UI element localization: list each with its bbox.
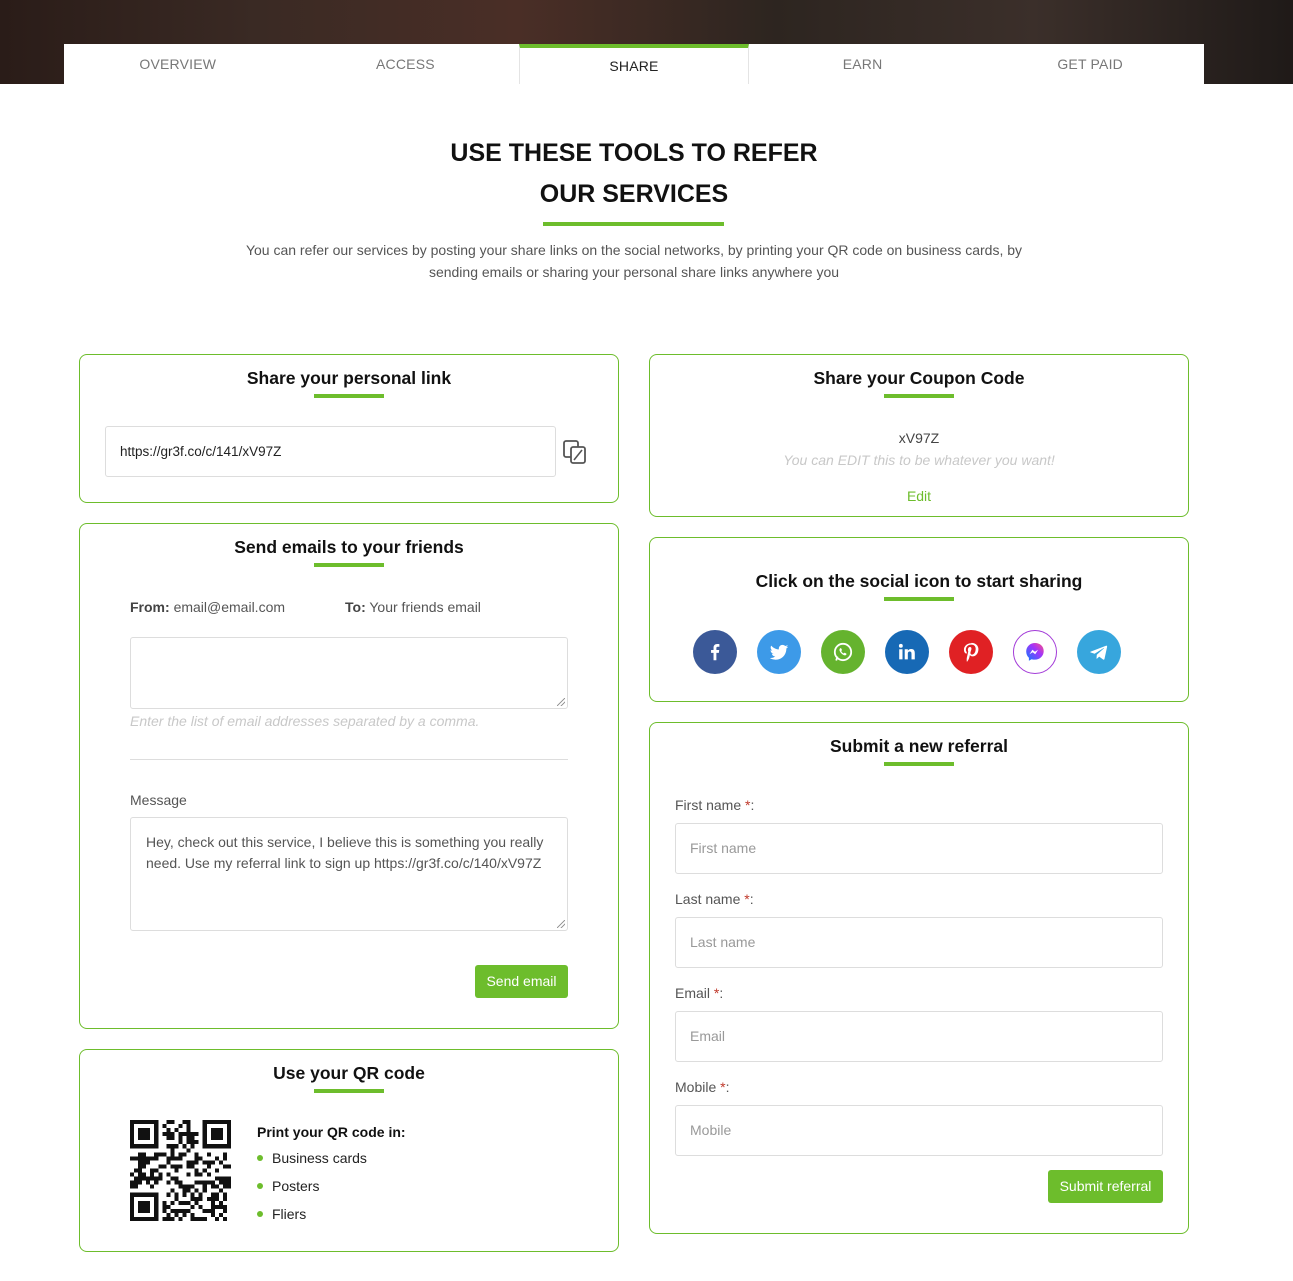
bullet-icon [257, 1211, 263, 1218]
first-name-label: First name *: [675, 797, 754, 813]
card-title: Use your QR code [273, 1063, 425, 1083]
from-value: email@email.com [173, 599, 286, 615]
tab-access[interactable]: ACCESS [292, 44, 520, 84]
to-value: Your friends email [369, 599, 481, 615]
coupon-card: Share your Coupon Code xV97Z You can EDI… [649, 354, 1189, 517]
message-value: Hey, check out this service, I believe t… [146, 834, 544, 871]
label-text: Mobile [675, 1079, 717, 1095]
card-title: Click on the social icon to start sharin… [755, 571, 1083, 591]
email-input[interactable]: Email [675, 1011, 1163, 1062]
label-text: Email [675, 985, 711, 1001]
resize-grip[interactable] [557, 920, 565, 928]
message-label: Message [130, 792, 187, 808]
page-title-line-1: USE THESE TOOLS TO REFER [450, 139, 818, 167]
message-textarea[interactable]: Hey, check out this service, I believe t… [130, 817, 568, 931]
facebook-icon[interactable] [693, 630, 737, 674]
tab-share[interactable]: SHARE [519, 44, 749, 84]
submit-referral-button[interactable]: Submit referral [1048, 1170, 1163, 1203]
last-name-input[interactable]: Last name [675, 917, 1163, 968]
social-share-card: Click on the social icon to start sharin… [649, 537, 1189, 702]
qr-code-image [130, 1120, 231, 1221]
card-title: Submit a new referral [830, 736, 1008, 756]
last-name-label: Last name *: [675, 891, 754, 907]
telegram-icon[interactable] [1077, 630, 1121, 674]
qr-card: Use your QR code Print your QR code in: … [79, 1049, 619, 1252]
card-underline [884, 597, 954, 601]
pinterest-icon[interactable] [949, 630, 993, 674]
copy-icon[interactable] [561, 438, 589, 466]
qr-list-item: Business cards [257, 1150, 367, 1166]
send-email-button[interactable]: Send email [475, 965, 568, 998]
qr-list-item: Fliers [257, 1206, 306, 1222]
label-text: First name [675, 797, 742, 813]
label-colon: : [749, 891, 754, 907]
tab-bar: OVERVIEW ACCESS SHARE EARN GET PAID [64, 44, 1204, 84]
to-label: To: [345, 599, 366, 615]
tab-overview[interactable]: OVERVIEW [64, 44, 292, 84]
label-text: Last name [675, 891, 741, 907]
page-title-line-2: OUR SERVICES [539, 180, 729, 208]
intro-text: You can refer our services by posting yo… [245, 242, 1023, 280]
recipients-textarea[interactable] [130, 637, 568, 709]
to-line: To: Your friends email [345, 599, 481, 615]
qr-list-item: Posters [257, 1178, 319, 1194]
card-underline [884, 394, 954, 398]
linkedin-icon[interactable] [885, 630, 929, 674]
from-line: From: email@email.com [130, 599, 285, 615]
first-name-input[interactable]: First name [675, 823, 1163, 874]
mobile-input[interactable]: Mobile [675, 1105, 1163, 1156]
personal-link-field[interactable]: https://gr3f.co/c/141/xV97Z [105, 426, 556, 477]
mobile-label: Mobile *: [675, 1079, 729, 1095]
qr-item-text: Posters [272, 1178, 320, 1194]
whatsapp-icon[interactable] [821, 630, 865, 674]
qr-item-text: Fliers [272, 1206, 307, 1222]
coupon-hint: You can EDIT this to be whatever you wan… [783, 452, 1055, 468]
edit-coupon-link[interactable]: Edit [650, 488, 1188, 504]
email-card: Send emails to your friends From: email@… [79, 523, 619, 1029]
referral-card: Submit a new referral First name *: Firs… [649, 722, 1189, 1234]
card-title: Share your Coupon Code [813, 368, 1025, 388]
tab-get-paid[interactable]: GET PAID [976, 44, 1204, 84]
personal-link-card: Share your personal link https://gr3f.co… [79, 354, 619, 503]
recipients-hint: Enter the list of email addresses separa… [130, 713, 480, 729]
card-title: Share your personal link [246, 368, 452, 388]
card-title: Send emails to your friends [234, 537, 464, 557]
bullet-icon [257, 1155, 263, 1162]
divider [130, 759, 568, 760]
label-colon: : [725, 1079, 730, 1095]
card-underline [884, 762, 954, 766]
page-title: USE THESE TOOLS TO REFER OUR SERVICES [0, 133, 1268, 215]
coupon-code: xV97Z [898, 430, 940, 446]
qr-print-title: Print your QR code in: [257, 1124, 406, 1140]
card-underline [314, 1089, 384, 1093]
bullet-icon [257, 1183, 263, 1190]
label-colon: : [750, 797, 755, 813]
email-label: Email *: [675, 985, 723, 1001]
label-colon: : [719, 985, 724, 1001]
tab-earn[interactable]: EARN [749, 44, 977, 84]
messenger-icon[interactable] [1013, 630, 1057, 674]
card-underline [314, 394, 384, 398]
from-label: From: [130, 599, 170, 615]
resize-grip[interactable] [557, 698, 565, 706]
title-underline [543, 222, 724, 226]
card-underline [314, 563, 384, 567]
twitter-icon[interactable] [757, 630, 801, 674]
qr-item-text: Business cards [272, 1150, 367, 1166]
